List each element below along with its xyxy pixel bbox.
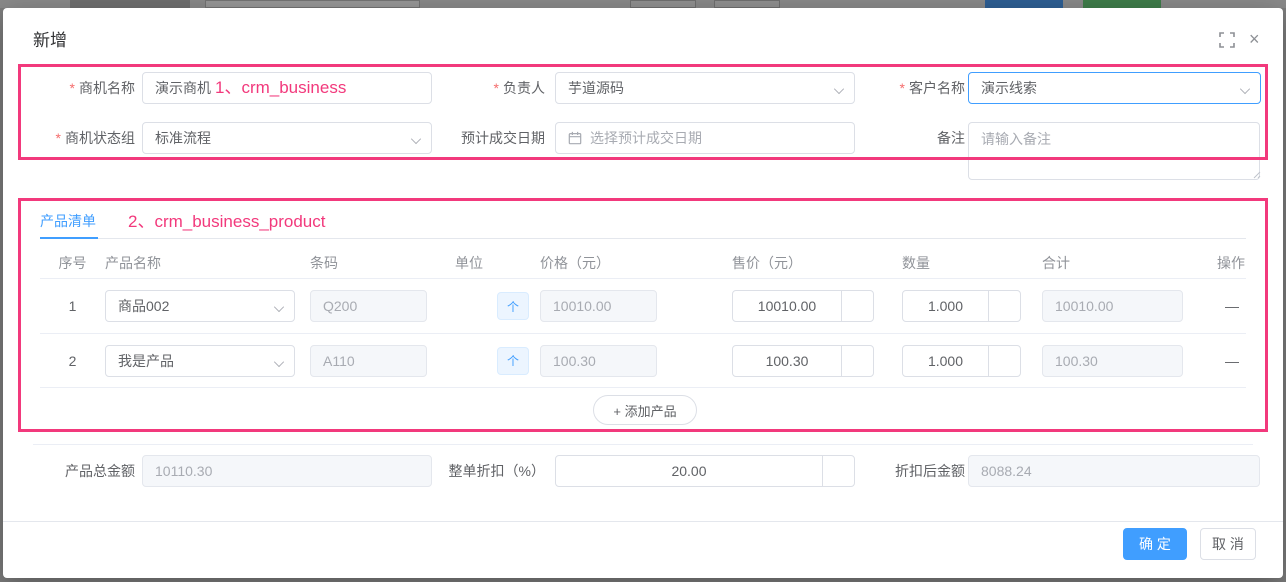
customer-select[interactable]: 演示线索 (968, 72, 1261, 104)
deal-date-input[interactable]: 选择预计成交日期 (555, 122, 855, 154)
bg-fragment (70, 0, 190, 8)
product-table: 序号 产品名称 条码 单位 价格（元） 售价（元） 数量 合计 操作 1 商品0… (40, 248, 1246, 388)
table-header-row: 序号 产品名称 条码 单位 价格（元） 售价（元） 数量 合计 操作 (40, 248, 1246, 278)
product-select[interactable]: 我是产品 (105, 345, 295, 377)
quantity-stepper[interactable]: 1.000 (902, 290, 1021, 322)
table-row: 1 商品002 Q200 个 10010.00 10010.00 1.000 1… (40, 278, 1246, 333)
status-group-select[interactable]: 标准流程 (142, 122, 432, 154)
col-quantity: 数量 (902, 253, 1042, 273)
col-product: 产品名称 (105, 253, 310, 273)
close-icon[interactable]: × (1249, 32, 1265, 48)
chevron-down-icon (274, 302, 284, 312)
add-business-dialog: 新增 × *商机名称 演示商机 *负责人 芋道源码 *客户名称 演示线索 *商机… (3, 8, 1283, 578)
customer-label: *客户名称 (845, 78, 965, 98)
annotation-2: 2、crm_business_product (128, 207, 325, 232)
row-action: — (1217, 353, 1246, 369)
after-discount-label: 折扣后金额 (845, 461, 965, 481)
cancel-button[interactable]: 取 消 (1200, 528, 1256, 560)
discount-label: 整单折扣（%） (415, 461, 545, 481)
col-price: 价格（元） (540, 253, 732, 273)
row-index: 2 (40, 353, 105, 369)
barcode-input: Q200 (310, 290, 427, 322)
bg-fragment (205, 0, 420, 8)
chevron-down-icon (274, 356, 284, 366)
barcode-input: A110 (310, 345, 427, 377)
total-input: 100.30 (1042, 345, 1183, 377)
sell-price-stepper[interactable]: 10010.00 (732, 290, 874, 322)
remark-label: 备注 (845, 128, 965, 148)
unit-tag: 个 (497, 292, 529, 320)
col-action: 操作 (1217, 253, 1246, 273)
col-total: 合计 (1042, 253, 1217, 273)
row-index: 1 (40, 298, 105, 314)
discount-stepper[interactable]: 20.00 (555, 455, 855, 487)
unit-tag: 个 (497, 347, 529, 375)
total-amount-label: 产品总金额 (15, 461, 135, 481)
background-page-strip (0, 0, 1286, 8)
sell-price-stepper[interactable]: 100.30 (732, 345, 874, 377)
after-discount-input: 8088.24 (968, 455, 1260, 487)
bg-fragment (714, 0, 780, 8)
tab-divider (40, 238, 1246, 239)
bg-fragment (630, 0, 696, 8)
business-name-input[interactable]: 演示商机 (142, 72, 432, 104)
owner-label: *负责人 (425, 78, 545, 98)
price-input: 100.30 (540, 345, 657, 377)
row-action: — (1217, 298, 1246, 314)
col-no: 序号 (40, 253, 105, 273)
remark-textarea[interactable] (968, 122, 1260, 180)
product-select[interactable]: 商品002 (105, 290, 295, 322)
add-product-button[interactable]: + 添加产品 (593, 395, 697, 425)
total-amount-input: 10110.30 (142, 455, 432, 487)
deal-date-label: 预计成交日期 (425, 128, 545, 148)
confirm-button[interactable]: 确 定 (1123, 528, 1187, 560)
bg-fragment (1083, 0, 1161, 8)
owner-select[interactable]: 芋道源码 (555, 72, 855, 104)
status-group-label: *商机状态组 (15, 128, 135, 148)
business-name-label: *商机名称 (15, 78, 135, 98)
chevron-down-icon (411, 134, 421, 144)
dialog-title: 新增 (33, 26, 67, 51)
tab-active-bar (40, 237, 98, 239)
fullscreen-icon[interactable] (1219, 32, 1235, 48)
table-row: 2 我是产品 A110 个 100.30 100.30 1.000 100.30… (40, 333, 1246, 388)
bg-fragment (985, 0, 1063, 8)
calendar-icon (568, 131, 582, 145)
quantity-stepper[interactable]: 1.000 (902, 345, 1021, 377)
section-divider (33, 444, 1253, 445)
col-barcode: 条码 (310, 253, 455, 273)
price-input: 10010.00 (540, 290, 657, 322)
chevron-down-icon (1240, 84, 1250, 94)
footer-divider (3, 521, 1283, 522)
tab-product-list[interactable]: 产品清单 (40, 211, 96, 231)
col-sell-price: 售价（元） (732, 253, 902, 273)
total-input: 10010.00 (1042, 290, 1183, 322)
chevron-down-icon (834, 84, 844, 94)
col-unit: 单位 (455, 253, 540, 273)
